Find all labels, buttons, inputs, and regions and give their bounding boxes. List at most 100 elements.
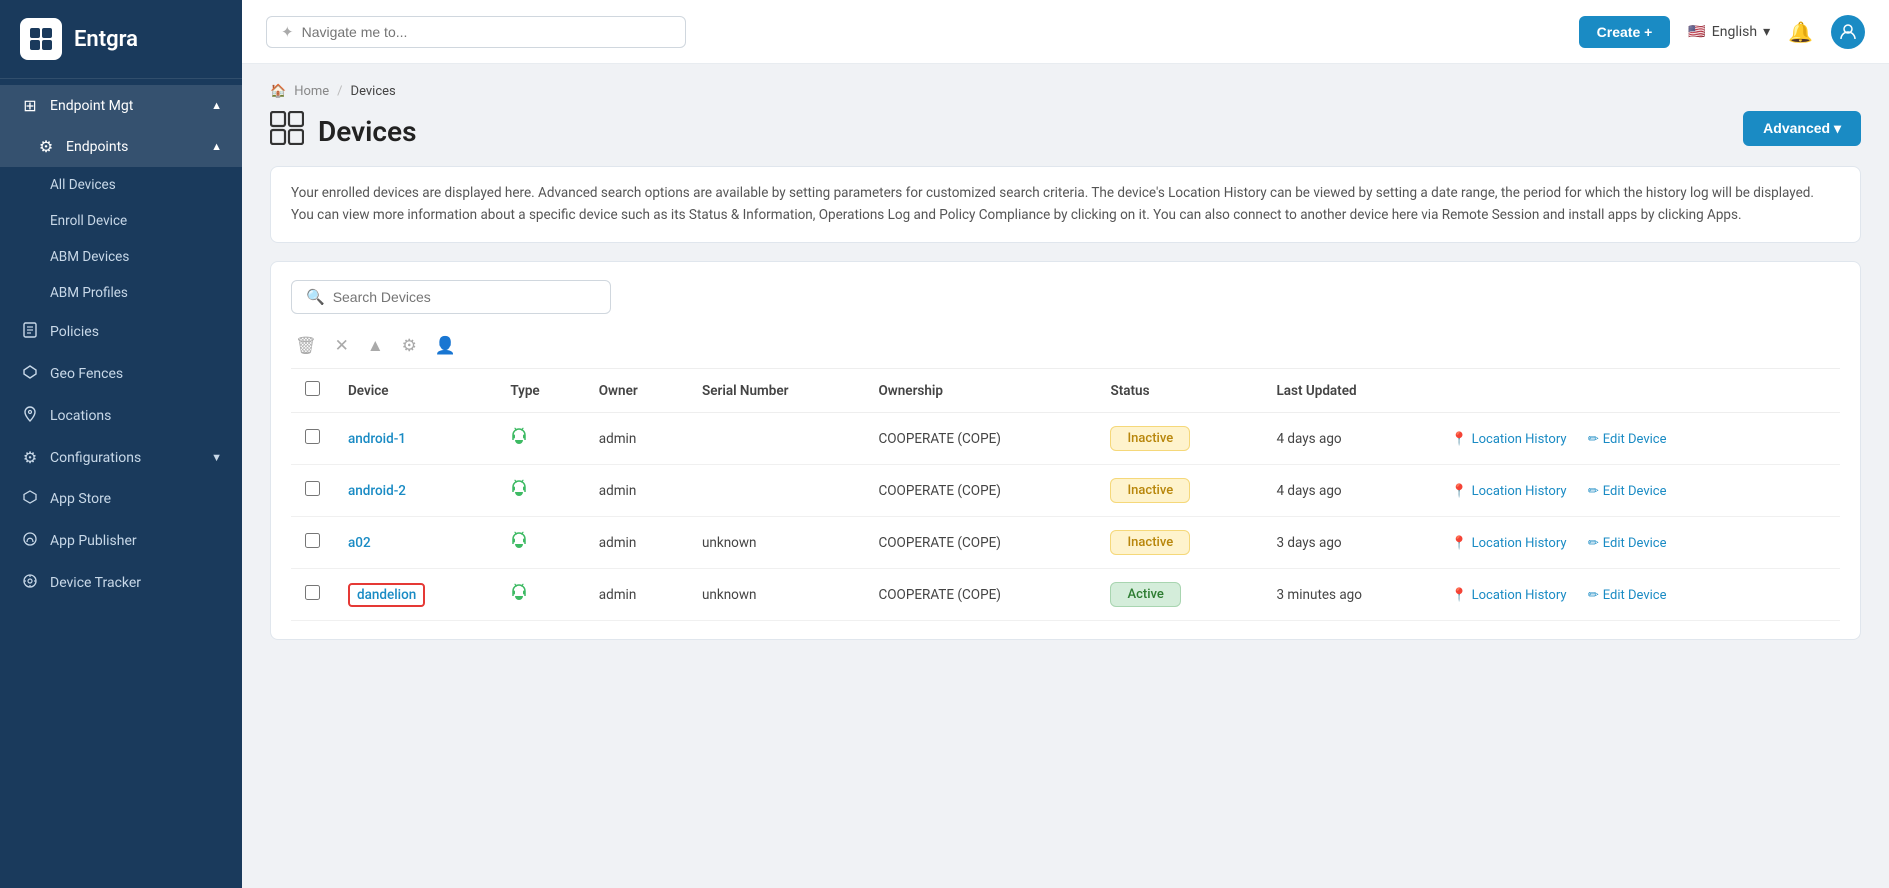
row-checkbox-cell: [291, 517, 334, 569]
devices-search-bar[interactable]: 🔍: [291, 280, 611, 314]
nav-search-input[interactable]: [302, 24, 671, 40]
devices-search-input[interactable]: [333, 289, 596, 305]
edit-device-link[interactable]: ✏ Edit Device: [1588, 484, 1667, 499]
header-ownership: Ownership: [864, 369, 1096, 413]
sidebar-item-configurations[interactable]: ⚙ Configurations ▼: [0, 437, 242, 478]
breadcrumb: 🏠 Home / Devices: [270, 84, 1861, 99]
advanced-button[interactable]: Advanced ▾: [1743, 111, 1861, 146]
language-label: English: [1712, 24, 1757, 40]
sidebar-item-abm-profiles[interactable]: ABM Profiles: [0, 275, 242, 311]
row-checkbox-cell: [291, 413, 334, 465]
row-type: [496, 413, 584, 465]
content-area: 🏠 Home / Devices Devices Advanced ▾: [242, 64, 1889, 888]
settings-icon[interactable]: ⚙: [402, 336, 417, 356]
sidebar-item-app-publisher[interactable]: App Publisher: [0, 520, 242, 562]
header-checkbox-col: [291, 369, 334, 413]
row-actions: 📍 Location History ✏ Edit Device: [1437, 569, 1840, 621]
user-avatar[interactable]: [1831, 15, 1865, 49]
sidebar-item-label: Device Tracker: [50, 575, 141, 591]
sidebar-item-label: App Store: [50, 491, 111, 507]
table-header-row: Device Type Owner Serial Number Ownershi…: [291, 369, 1840, 413]
sidebar-item-enroll-device[interactable]: Enroll Device: [0, 203, 242, 239]
sidebar-item-abm-devices[interactable]: ABM Devices: [0, 239, 242, 275]
header-type: Type: [496, 369, 584, 413]
android-icon: [510, 585, 528, 606]
row-device: dandelion: [334, 569, 496, 621]
row-checkbox[interactable]: [305, 429, 320, 444]
device-link[interactable]: android-2: [348, 483, 406, 499]
sidebar-item-label: ABM Devices: [50, 249, 129, 265]
location-history-link[interactable]: 📍 Location History: [1451, 536, 1566, 551]
main-area: ✦ Create + 🇺🇸 English ▾ 🔔 🏠 Home: [242, 0, 1889, 888]
table-row: android-2 admin COOPERATE (COPE) Inactiv…: [291, 465, 1840, 517]
filter-icon[interactable]: ▲: [367, 336, 384, 356]
configurations-icon: ⚙: [20, 448, 40, 467]
row-serial: [688, 413, 865, 465]
header-device: Device: [334, 369, 496, 413]
row-owner: admin: [585, 569, 688, 621]
row-actions: 📍 Location History ✏ Edit Device: [1437, 517, 1840, 569]
row-serial: [688, 465, 865, 517]
sidebar-item-policies[interactable]: Policies: [0, 311, 242, 353]
search-nav-icon: ✦: [281, 23, 294, 41]
device-link[interactable]: android-1: [348, 431, 406, 447]
row-actions: 📍 Location History ✏ Edit Device: [1437, 413, 1840, 465]
topnav-right: Create + 🇺🇸 English ▾ 🔔: [1579, 15, 1865, 49]
sidebar-item-endpoint-mgt[interactable]: ⊞ Endpoint Mgt ▲: [0, 85, 242, 126]
delete-icon[interactable]: 🗑: [295, 336, 317, 356]
flag-icon: 🇺🇸: [1688, 24, 1705, 40]
chevron-down-icon: ▼: [211, 451, 222, 464]
device-tracker-icon: [20, 573, 40, 593]
row-owner: admin: [585, 517, 688, 569]
table-row: dandelion admin unknown COOPERATE (COPE)…: [291, 569, 1840, 621]
devices-toolbar: 🗑 ✕ ▲ ⚙ 👤: [291, 328, 1840, 369]
row-checkbox[interactable]: [305, 533, 320, 548]
table-row: android-1 admin COOPERATE (COPE) Inactiv…: [291, 413, 1840, 465]
sidebar-item-all-devices[interactable]: All Devices: [0, 167, 242, 203]
row-actions: 📍 Location History ✏ Edit Device: [1437, 465, 1840, 517]
app-name: Entgra: [74, 27, 138, 52]
android-icon: [510, 533, 528, 554]
edit-device-link[interactable]: ✏ Edit Device: [1588, 432, 1667, 447]
row-checkbox[interactable]: [305, 481, 320, 496]
device-link[interactable]: dandelion: [348, 583, 425, 607]
language-selector[interactable]: 🇺🇸 English ▾: [1688, 24, 1770, 40]
edit-icon: ✏: [1588, 484, 1599, 499]
sidebar-item-app-store[interactable]: App Store: [0, 478, 242, 520]
location-history-icon: 📍: [1451, 536, 1467, 551]
sidebar-item-device-tracker[interactable]: Device Tracker: [0, 562, 242, 604]
header-last-updated: Last Updated: [1262, 369, 1437, 413]
sidebar-item-label: Configurations: [50, 450, 141, 466]
sidebar-item-geo-fences[interactable]: Geo Fences: [0, 353, 242, 395]
header-owner: Owner: [585, 369, 688, 413]
location-history-icon: 📍: [1451, 484, 1467, 499]
edit-device-link[interactable]: ✏ Edit Device: [1588, 588, 1667, 603]
chevron-up-icon: ▲: [211, 99, 222, 112]
row-device: a02: [334, 517, 496, 569]
breadcrumb-home[interactable]: Home: [294, 84, 329, 99]
location-history-link[interactable]: 📍 Location History: [1451, 432, 1566, 447]
edit-device-link[interactable]: ✏ Edit Device: [1588, 536, 1667, 551]
row-checkbox[interactable]: [305, 585, 320, 600]
policies-icon: [20, 322, 40, 342]
nav-search-bar[interactable]: ✦: [266, 16, 686, 48]
sidebar-nav: ⊞ Endpoint Mgt ▲ ⚙ Endpoints ▲ All Devic…: [0, 79, 242, 610]
location-history-link[interactable]: 📍 Location History: [1451, 588, 1566, 603]
breadcrumb-separator: /: [337, 84, 342, 99]
select-all-checkbox[interactable]: [305, 381, 320, 396]
user-icon[interactable]: 👤: [435, 336, 456, 356]
geo-fences-icon: [20, 364, 40, 384]
device-link[interactable]: a02: [348, 535, 371, 551]
locations-icon: [20, 406, 40, 426]
row-last-updated: 3 minutes ago: [1262, 569, 1437, 621]
row-status: Inactive: [1096, 465, 1262, 517]
edit-icon: ✏: [1588, 588, 1599, 603]
page-title-row: Devices: [270, 111, 1743, 152]
location-history-link[interactable]: 📍 Location History: [1451, 484, 1566, 499]
row-ownership: COOPERATE (COPE): [864, 517, 1096, 569]
notification-icon[interactable]: 🔔: [1788, 20, 1813, 44]
create-button[interactable]: Create +: [1579, 16, 1671, 48]
sidebar-item-endpoints[interactable]: ⚙ Endpoints ▲: [0, 126, 242, 167]
close-icon[interactable]: ✕: [335, 336, 349, 356]
sidebar-item-locations[interactable]: Locations: [0, 395, 242, 437]
